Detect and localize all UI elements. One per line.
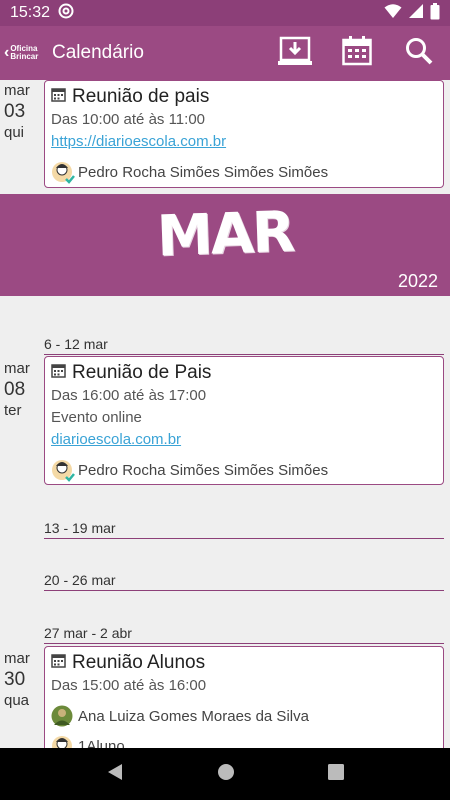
week-header: 27 mar - 2 abr (44, 625, 444, 644)
app-bar: ‹ Oficina Brincar Calendário (0, 26, 450, 80)
event-time: Das 15:00 até às 16:00 (51, 677, 207, 694)
week-header: 6 - 12 mar (44, 336, 444, 355)
logo-line2: Brincar (10, 52, 39, 61)
participant-name: Pedro Rocha Simões Simões Simões (78, 461, 329, 479)
event-day: 08 (4, 379, 26, 400)
avatar (51, 459, 75, 482)
event-time: Das 16:00 até às 17:00 (51, 387, 207, 404)
battery-icon (430, 2, 440, 24)
week-header: 20 - 26 mar (44, 572, 444, 591)
event-title: Reunião Alunos (72, 652, 206, 673)
event-participant: Pedro Rocha Simões Simões Simões (51, 457, 437, 483)
calendar-icon (51, 361, 66, 385)
banner-month: MAR (155, 199, 295, 270)
event-participant: 1Aluno (51, 733, 437, 748)
at-icon (58, 3, 74, 23)
event-date: mar 30 qua (4, 650, 38, 710)
event-month: mar (4, 360, 30, 377)
event-day: 03 (4, 101, 26, 122)
event-month: mar (4, 82, 30, 99)
back-icon[interactable] (106, 763, 124, 785)
event-weekday: qui (4, 124, 25, 141)
page-title: Calendário (52, 42, 144, 63)
download-icon (278, 36, 312, 70)
calendar-list[interactable]: mar 03 qui Reunião de pais Das 10:00 até… (0, 80, 450, 748)
signal-icon (408, 3, 424, 23)
recents-icon[interactable] (327, 764, 344, 784)
search-icon (405, 37, 433, 69)
home-icon[interactable] (217, 763, 235, 785)
avatar (51, 161, 75, 184)
participant-name: 1Aluno (78, 737, 125, 749)
event-link[interactable]: https://diarioescola.com.br (51, 131, 437, 153)
calendar-icon (51, 651, 66, 675)
event-weekday: qua (4, 692, 30, 709)
system-nav-bar (0, 748, 450, 800)
avatar (51, 735, 73, 748)
event-card[interactable]: Reunião de Pais Das 16:00 até às 17:00 E… (44, 356, 444, 485)
chevron-left-icon: ‹ (4, 44, 10, 61)
month-banner: MAR 2022 (0, 194, 450, 296)
participant-name: Ana Luiza Gomes Moraes da Silva (78, 707, 309, 725)
search-button[interactable] (388, 26, 450, 80)
event-participant: Ana Luiza Gomes Moraes da Silva (51, 703, 437, 729)
avatar (51, 705, 73, 727)
event-location: Evento online (51, 409, 142, 426)
event-month: mar (4, 650, 30, 667)
participant-name: Pedro Rocha Simões Simões Simões (78, 163, 329, 181)
event-card[interactable]: Reunião de pais Das 10:00 até às 11:00 h… (44, 80, 444, 188)
event-card[interactable]: Reunião Alunos Das 15:00 até às 16:00 An… (44, 646, 444, 748)
event-date: mar 08 ter (4, 360, 38, 420)
event-time: Das 10:00 até às 11:00 (51, 111, 205, 128)
event-day: 30 (4, 669, 26, 690)
event-date: mar 03 qui (4, 82, 38, 142)
calendar-icon (51, 85, 66, 109)
status-bar: 15:32 (0, 0, 450, 26)
event-participant: Pedro Rocha Simões Simões Simões (51, 159, 437, 185)
event-title: Reunião de Pais (72, 362, 212, 383)
wifi-icon (384, 3, 402, 23)
back-logo-button[interactable]: ‹ Oficina Brincar (4, 45, 52, 61)
week-header: 13 - 19 mar (44, 520, 444, 539)
event-title: Reunião de pais (72, 86, 210, 107)
calendar-button[interactable] (326, 26, 388, 80)
banner-year: 2022 (397, 271, 438, 291)
download-button[interactable] (264, 26, 326, 80)
calendar-icon (342, 36, 372, 70)
event-weekday: ter (4, 402, 22, 419)
app-logo: Oficina Brincar (10, 45, 38, 61)
event-link[interactable]: diarioescola.com.br (51, 429, 437, 451)
status-time: 15:32 (10, 4, 51, 21)
